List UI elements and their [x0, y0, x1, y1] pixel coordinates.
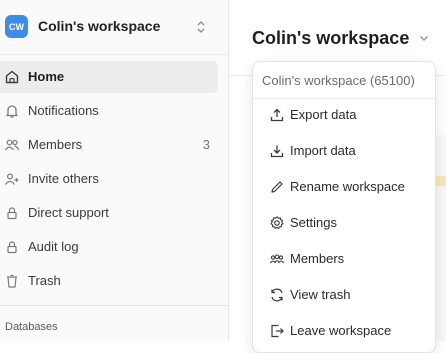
menu-item-label: Rename workspace — [290, 179, 405, 194]
members-count-badge: 3 — [202, 137, 210, 152]
trash-icon — [4, 273, 20, 289]
gear-icon — [269, 215, 285, 231]
lock-icon — [4, 205, 20, 221]
members-icon — [4, 137, 20, 153]
menu-item-rename-workspace[interactable]: Rename workspace — [257, 171, 431, 203]
sidebar-item-label: Direct support — [28, 205, 109, 220]
workspace-name: Colin's workspace — [38, 18, 161, 34]
workspace-switcher[interactable]: CW Colin's workspace — [0, 0, 228, 55]
sidebar-item-label: Invite others — [28, 171, 99, 186]
leave-icon — [269, 323, 285, 339]
menu-item-label: Leave workspace — [290, 323, 392, 338]
menu-item-label: Export data — [290, 107, 357, 122]
menu-item-label: View trash — [290, 287, 351, 302]
menu-item-members[interactable]: Members — [257, 243, 431, 275]
sidebar-item-label: Members — [28, 137, 83, 152]
workspace-avatar: CW — [5, 15, 28, 38]
sidebar-item-label: Notifications — [28, 103, 99, 118]
sidebar-item-home[interactable]: Home — [0, 61, 218, 93]
user-plus-icon — [4, 171, 20, 187]
pencil-icon — [269, 179, 285, 195]
menu-item-view-trash[interactable]: View trash — [257, 279, 431, 311]
sidebar-item-label: Audit log — [28, 239, 79, 254]
section-label-databases: Databases — [5, 321, 58, 333]
page-title[interactable]: Colin's workspace — [252, 28, 409, 49]
sidebar-item-audit-log[interactable]: Audit log — [0, 231, 218, 263]
workspace-menu: Colin's workspace (65100) Export data Im… — [252, 61, 436, 353]
sidebar-item-label: Home — [28, 69, 65, 84]
menu-item-label: Settings — [290, 215, 337, 230]
workspace-menu-header: Colin's workspace (65100) — [262, 73, 415, 88]
menu-item-label: Members — [290, 251, 345, 266]
sidebar: CW Colin's workspace Home Notifications … — [0, 0, 229, 341]
lock-icon — [4, 239, 20, 255]
sidebar-item-trash[interactable]: Trash — [0, 265, 218, 297]
refresh-icon — [269, 287, 285, 303]
import-icon — [269, 143, 285, 159]
sidebar-divider — [0, 305, 228, 306]
sidebar-item-label: Trash — [28, 273, 61, 288]
export-icon — [269, 107, 285, 123]
sidebar-item-invite-others[interactable]: Invite others — [0, 163, 218, 195]
bell-icon — [4, 103, 20, 119]
menu-item-leave-workspace[interactable]: Leave workspace — [257, 315, 431, 347]
menu-item-import-data[interactable]: Import data — [257, 135, 431, 167]
sidebar-item-members[interactable]: Members 3 — [0, 129, 218, 161]
sidebar-item-notifications[interactable]: Notifications — [0, 95, 218, 127]
members-icon — [269, 251, 285, 267]
home-icon — [4, 69, 20, 85]
sidebar-item-direct-support[interactable]: Direct support — [0, 197, 218, 229]
chevron-down-icon[interactable] — [418, 32, 430, 44]
chevron-up-down-icon[interactable] — [194, 17, 208, 37]
menu-item-export-data[interactable]: Export data — [257, 99, 431, 131]
menu-item-label: Import data — [290, 143, 356, 158]
menu-item-settings[interactable]: Settings — [257, 207, 431, 239]
